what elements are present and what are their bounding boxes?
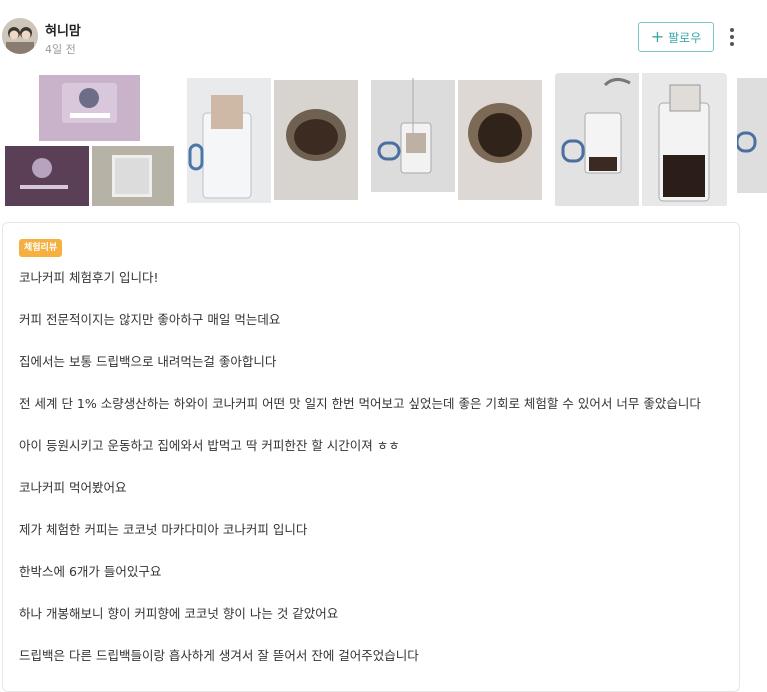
post-paragraph: 아이 등원시키고 운동하고 집에와서 밥먹고 딱 커피한잔 할 시간이져 ㅎㅎ bbox=[19, 438, 400, 453]
gallery-image-1[interactable] bbox=[2, 73, 176, 208]
post-paragraph: 드립백은 다른 드립백들이랑 흡사하게 생겨서 잘 뜯어서 잔에 걸어주었습니다 bbox=[19, 648, 419, 663]
gallery-image-5[interactable] bbox=[737, 73, 767, 208]
post-paragraph: 제가 체험한 커피는 코코넛 마카다미아 코나커피 입니다 bbox=[19, 522, 308, 537]
avatar[interactable] bbox=[2, 18, 38, 54]
post-paragraph: 코나커피 먹어봤어요 bbox=[19, 480, 127, 495]
category-badge: 체험리뷰 bbox=[19, 239, 63, 257]
gallery-image-4[interactable] bbox=[555, 73, 727, 208]
post-paragraph: 한박스에 6개가 들어있구요 bbox=[19, 564, 162, 579]
post-paragraph: 코나커피 체험후기 입니다! bbox=[19, 270, 159, 285]
post-body: 체험리뷰 코나커피 체험후기 입니다! 커피 전문적이지는 않지만 좋아하구 매… bbox=[2, 222, 740, 692]
image-gallery bbox=[0, 73, 767, 208]
post-time: 4일 전 bbox=[45, 43, 76, 56]
gallery-image-2[interactable] bbox=[187, 73, 358, 208]
more-vertical-icon[interactable] bbox=[724, 26, 740, 50]
follow-label: 팔로우 bbox=[668, 30, 702, 45]
gallery-image-3[interactable] bbox=[371, 73, 542, 208]
post-paragraph: 커피 전문적이지는 않지만 좋아하구 매일 먹는데요 bbox=[19, 312, 281, 327]
post-paragraph: 전 세계 단 1% 소량생산하는 하와이 코나커피 어떤 맛 일지 한번 먹어보… bbox=[19, 396, 701, 411]
post-paragraph: 하나 개봉해보니 향이 커피향에 코코넛 향이 나는 것 같았어요 bbox=[19, 606, 339, 621]
author-name[interactable]: 혀니맘 bbox=[45, 20, 81, 39]
post-header: 혀니맘 4일 전 + 팔로우 bbox=[0, 0, 767, 70]
plus-icon: + bbox=[650, 26, 665, 46]
post-paragraph: 집에서는 보통 드립백으로 내려먹는걸 좋아합니다 bbox=[19, 354, 277, 369]
follow-button[interactable]: + 팔로우 bbox=[638, 22, 714, 52]
